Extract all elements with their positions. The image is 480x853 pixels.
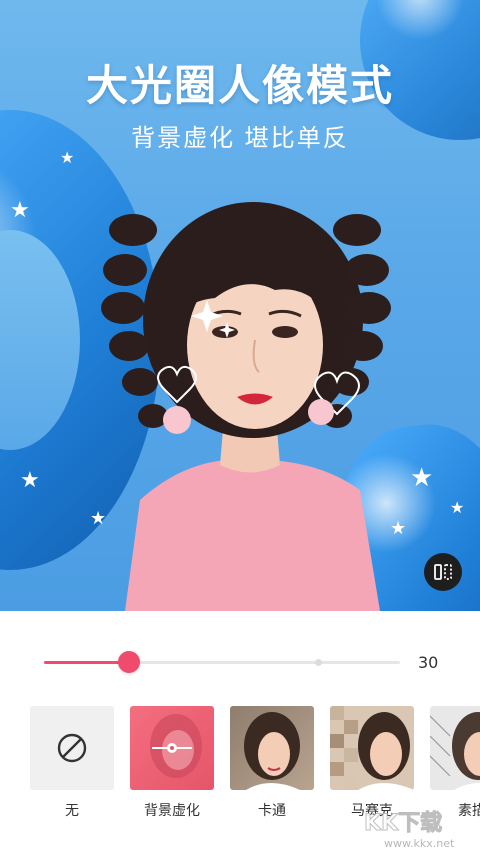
intensity-slider[interactable] xyxy=(44,651,400,673)
effect-panel: 30 无 背景虚化 卡通 马赛克 素描 KK下载 www.kkx.net xyxy=(0,611,480,853)
page-subtitle: 背景虚化 堪比单反 xyxy=(131,124,349,152)
star-decoration: ★ xyxy=(450,498,465,517)
svg-text:www.kkx.net: www.kkx.net xyxy=(384,837,455,850)
effect-item-cartoon[interactable]: 卡通 xyxy=(230,706,314,820)
watermark-logo: KK下载 www.kkx.net xyxy=(364,810,455,851)
portrait-thumbnail xyxy=(430,712,480,790)
effect-label: 背景虚化 xyxy=(144,803,200,819)
star-decoration: ★ xyxy=(410,463,434,493)
compare-icon xyxy=(434,564,452,580)
effect-label: 卡通 xyxy=(258,803,286,819)
effect-item-sketch[interactable]: 素描 xyxy=(430,706,480,820)
none-icon xyxy=(57,733,87,763)
effect-item-background-blur[interactable]: 背景虚化 xyxy=(130,706,214,820)
page-title: 大光圈人像模式 xyxy=(85,61,394,110)
blur-slider-icon xyxy=(152,743,192,753)
star-decoration: ★ xyxy=(10,198,30,223)
slider-value: 30 xyxy=(418,653,439,672)
svg-text:KK下载: KK下载 xyxy=(364,810,442,836)
portrait-photo xyxy=(101,202,391,611)
effect-label: 无 xyxy=(65,803,79,819)
slider-thumb[interactable] xyxy=(118,651,141,673)
photo-preview: ★ ★ ★ ★ ★ ★ ★ 大光圈人像模式 背景虚化 堪比单反 xyxy=(0,0,480,611)
portrait-thumbnail xyxy=(330,706,414,790)
slider-fill xyxy=(44,661,130,664)
effect-item-none[interactable]: 无 xyxy=(30,706,114,820)
portrait-thumbnail xyxy=(244,712,300,790)
slider-default-marker xyxy=(315,659,323,666)
compare-button[interactable] xyxy=(424,553,462,591)
effect-item-mosaic[interactable]: 马赛克 xyxy=(330,706,414,820)
star-decoration: ★ xyxy=(20,468,40,493)
